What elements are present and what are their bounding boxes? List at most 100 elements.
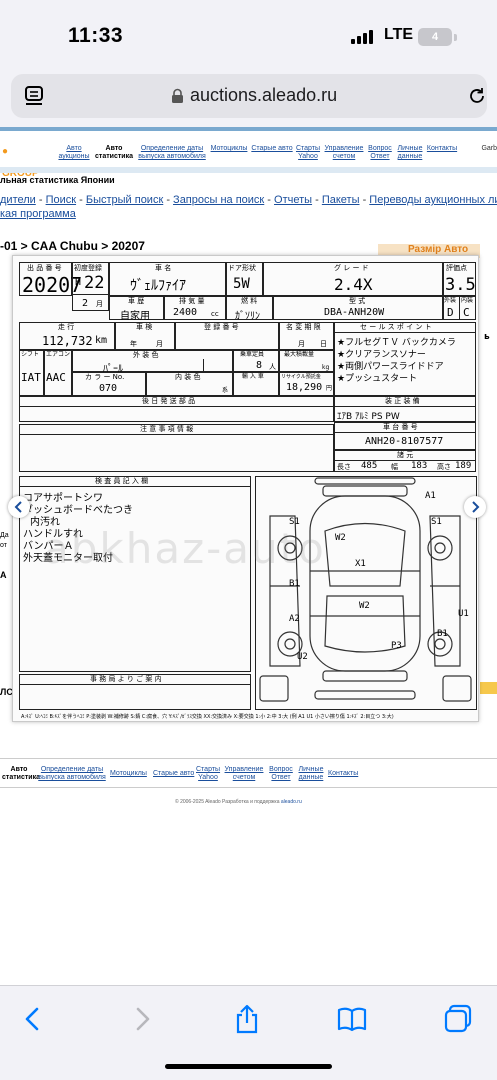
grade-box: グ レ ー ド 2.4X xyxy=(263,262,443,296)
prev-image-button[interactable] xyxy=(8,496,30,518)
nav-contacts[interactable]: Контакты xyxy=(426,145,458,153)
nav-date-check[interactable]: Определение даты выпуска автомобиля xyxy=(137,145,207,161)
lot-number-box: 出 品 番 号 20207 xyxy=(19,262,82,297)
footer-nav-contacts[interactable]: Контакты xyxy=(328,770,358,777)
inspector-notes-box: 検 査 員 記 入 欄 コアサポートシワ ダッシュボードべたつき 内汚れ ハンド… xyxy=(19,476,251,672)
model-box: 型 式 DBA-ANH20W xyxy=(273,296,443,320)
nav-faq[interactable]: Вопрос Ответ xyxy=(367,145,393,161)
footer-nav-profile[interactable]: Личные данные xyxy=(297,766,325,782)
damage-mark: A2 xyxy=(289,614,300,624)
signal-icon xyxy=(351,30,375,44)
footer-nav-old-cars[interactable]: Старые авто xyxy=(153,770,194,777)
reload-icon[interactable] xyxy=(466,85,488,107)
user-label[interactable]: Garb xyxy=(481,145,497,152)
damage-mark: U1 xyxy=(458,609,469,619)
footer-nav-account[interactable]: Управление счетом xyxy=(224,766,264,782)
damage-mark: A1 xyxy=(425,491,436,501)
nav-motorcycles[interactable]: Мотоциклы xyxy=(209,145,249,153)
sales-points-box: セ ー ル ス ポ イ ン ト ★フルセグＴＶ バックカメラ ★クリアランスソナ… xyxy=(334,322,476,396)
reader-icon[interactable] xyxy=(24,85,44,107)
car-damage-diagram: A1 S1 S1 W2 X1 B1 W2 A2 U1 B1 U2 P3 xyxy=(255,476,477,710)
site-logo[interactable]: ● GROUP xyxy=(0,141,46,179)
chassis-number: ANH20-8107577 xyxy=(365,436,444,447)
nav-auctions[interactable]: Авто аукционы xyxy=(56,145,92,161)
nav-old-cars[interactable]: Старые авто xyxy=(251,145,293,153)
footer-nav-motorcycles[interactable]: Мотоциклы xyxy=(110,770,147,777)
import-box: 輸 入 車 xyxy=(233,372,279,396)
watermark: abkhaz-auto xyxy=(43,524,326,573)
color-number-box: カ ラ ー No. 070 xyxy=(72,372,146,396)
shift-box: シフト IAT xyxy=(19,350,44,396)
damage-mark: P3 xyxy=(391,641,402,651)
link-search-requests[interactable]: Запросы на поиск xyxy=(173,194,264,206)
link-reports[interactable]: Отчеты xyxy=(274,194,312,206)
status-bar: 11:33 LTE 4 xyxy=(0,0,497,70)
bookmarks-icon[interactable] xyxy=(337,1004,367,1034)
doors: 5W xyxy=(233,276,250,292)
nav-profile[interactable]: Личные данные xyxy=(395,145,425,161)
site-top-nav: ● GROUP Авто аукционы Авто статистика Оп… xyxy=(0,127,497,179)
battery-cap xyxy=(454,34,457,41)
damage-mark: B1 xyxy=(437,629,448,639)
auction-sheet-image[interactable]: 出 品 番 号 20207 初度登録 H 22 2 月 車 名 ｳﾞｪﾙﾌｧｲｱ… xyxy=(12,255,479,722)
chevron-right-icon xyxy=(472,501,480,513)
car-name: ｳﾞｪﾙﾌｧｲｱ xyxy=(130,278,186,294)
chevron-left-icon xyxy=(14,501,22,513)
link-search[interactable]: Поиск xyxy=(46,194,76,206)
score: 3.5 xyxy=(445,275,476,295)
damage-mark: X1 xyxy=(355,559,366,569)
inspection-box: 車 検 年 月 xyxy=(115,322,175,350)
battery-icon: 4 xyxy=(418,28,452,46)
registration-number-box: 登 録 番 号 xyxy=(175,322,279,350)
link-program[interactable]: кая программа xyxy=(0,208,76,220)
address-bar[interactable]: auctions.aleado.ru xyxy=(11,74,487,118)
copyright: © 2006-2025 Aleado Разработка и поддержк… xyxy=(175,799,302,805)
footer-nav-statistics[interactable]: Авто статистика xyxy=(2,766,40,782)
right-panel-edge: ь xyxy=(480,242,497,712)
next-image-button[interactable] xyxy=(464,496,486,518)
url-text[interactable]: auctions.aleado.ru xyxy=(190,85,337,106)
link-producers[interactable]: дители xyxy=(0,194,36,206)
footer-nav-yahoo[interactable]: Старты Yahoo xyxy=(196,766,220,782)
page-heading: льная статистика Японии xyxy=(0,175,115,185)
back-icon[interactable] xyxy=(18,1004,48,1034)
share-icon[interactable] xyxy=(232,1004,262,1034)
score-box: 評価点 3.5 xyxy=(443,262,476,296)
mileage: 112,732 xyxy=(42,334,93,348)
footer-nav-date-check[interactable]: Определение даты выпуска автомобиля xyxy=(38,766,106,782)
damage-mark: U2 xyxy=(297,652,308,662)
nav-account[interactable]: Управление счетом xyxy=(323,145,365,161)
sales-point: ★プッシュスタート xyxy=(337,374,418,384)
model-code: DBA-ANH20W xyxy=(324,307,385,318)
interior-color-box: 内 装 色 系 xyxy=(146,372,233,396)
clock: 11:33 xyxy=(68,24,124,47)
site-bottom-nav: Авто статистика Определение даты выпуска… xyxy=(0,758,497,788)
damage-legend: A:ｷｽﾞ U:ﾍｺﾐ B:ｷｽﾞを伴うﾍｺﾐ P:塗装剥 W:補修跡 S:錆 … xyxy=(21,714,394,720)
recycle-box: リサイクル預託金 18,290 円 xyxy=(279,372,334,396)
tabs-icon[interactable] xyxy=(443,1004,473,1034)
equipment-box: 装 正 装 備 ｴｱB ｱﾙﾐ PS PW xyxy=(334,396,476,422)
lock-icon xyxy=(172,88,183,103)
network-label: LTE xyxy=(384,26,414,43)
damage-mark: W2 xyxy=(335,533,346,543)
nav-statistics[interactable]: Авто статистика xyxy=(94,145,134,161)
chassis-box: 車 台 番 号 ANH20-8107577 xyxy=(334,422,476,450)
home-indicator xyxy=(165,1064,332,1069)
forward-icon[interactable] xyxy=(127,1004,157,1034)
copyright-link[interactable]: aleado.ru xyxy=(281,799,302,805)
link-quick-search[interactable]: Быстрый поиск xyxy=(86,194,163,206)
nav-yahoo[interactable]: Старты Yahoo xyxy=(295,145,321,161)
web-page: ● GROUP Авто аукционы Авто статистика Оп… xyxy=(0,127,497,985)
link-packages[interactable]: Пакеты xyxy=(322,194,360,206)
displacement-box: 排 気 量 2400 cc xyxy=(164,296,226,320)
ac-box: エアコン AAC xyxy=(44,350,72,396)
grade: 2.4X xyxy=(334,275,373,294)
nav-band xyxy=(0,167,497,173)
fuel-box: 燃 料 ｶﾞｿﾘﾝ xyxy=(226,296,273,322)
first-registration-year: 22 xyxy=(84,273,105,293)
footer-nav-faq[interactable]: Вопрос Ответ xyxy=(268,766,294,782)
link-translations[interactable]: Переводы аукционных лис xyxy=(369,194,497,206)
notes-box: 注 意 事 項 情 報 xyxy=(19,424,334,472)
breadcrumb: -01 > CAA Chubu > 20207 xyxy=(0,239,145,253)
use-box: 車 歴 自家用 xyxy=(109,296,164,322)
